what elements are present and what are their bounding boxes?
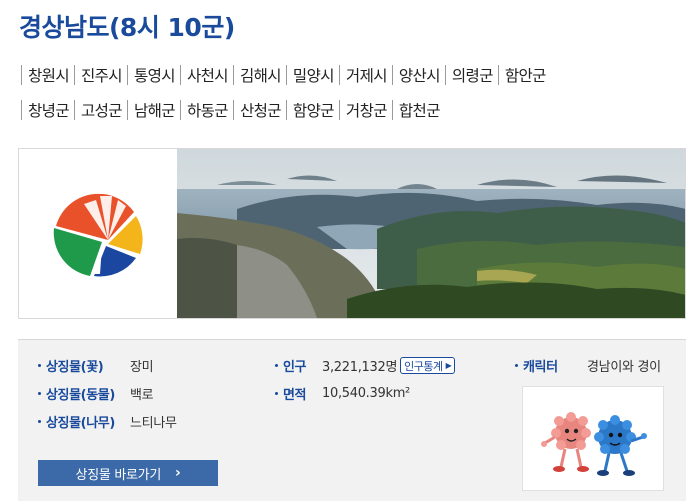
district-link-namhae[interactable]: 남해군 (127, 96, 180, 123)
district-link-geochang[interactable]: 거창군 (339, 96, 392, 123)
population-stats-link[interactable]: 인구통계 ▶ (400, 357, 456, 374)
district-link-tongyeong[interactable]: 통영시 (127, 61, 180, 88)
population-label: 인구 (275, 356, 322, 375)
district-link-gimhae[interactable]: 김해시 (233, 61, 286, 88)
character-row: 캐릭터 경남이와 경이 (515, 356, 661, 375)
population-value: 3,221,132명 (322, 360, 398, 375)
symbol-animal-label: 상징물(동물) (38, 384, 130, 403)
district-link-sancheong[interactable]: 산청군 (233, 96, 286, 123)
symbol-animal-value: 백로 (130, 388, 154, 403)
area-value: 10,540.39km² (322, 386, 410, 401)
district-row-2: 창녕군 고성군 남해군 하동군 산청군 함양군 거창군 합천군 (21, 96, 691, 123)
landscape-photo (177, 149, 685, 318)
district-link-changwon[interactable]: 창원시 (21, 61, 74, 88)
district-link-yangsan[interactable]: 양산시 (392, 61, 445, 88)
district-link-hapcheon[interactable]: 합천군 (392, 96, 445, 123)
population-stats-link-label: 인구통계 (404, 359, 443, 373)
character-value: 경남이와 경이 (587, 360, 661, 375)
province-emblem (19, 149, 177, 318)
emblem-logo-icon (53, 191, 143, 276)
play-triangle-icon: ▶ (445, 361, 452, 370)
district-link-hadong[interactable]: 하동군 (180, 96, 233, 123)
district-list: 창원시 진주시 통영시 사천시 김해시 밀양시 거제시 양산시 의령군 함안군 … (21, 61, 691, 131)
symbol-tree-row: 상징물(나무) 느티나무 (38, 412, 177, 431)
district-link-geoje[interactable]: 거제시 (339, 61, 392, 88)
symbol-flower-value: 장미 (130, 360, 154, 375)
symbol-flower-label: 상징물(꽃) (38, 356, 130, 375)
district-link-uiryeong[interactable]: 의령군 (445, 61, 498, 88)
character-mascot-icon (541, 412, 647, 476)
character-label: 캐릭터 (515, 356, 587, 375)
info-panel: 상징물(꽃) 장미 상징물(동물) 백로 상징물(나무) 느티나무 인구 3,2… (18, 339, 686, 501)
district-link-goseong[interactable]: 고성군 (74, 96, 127, 123)
area-row: 면적 10,540.39km² (275, 384, 410, 403)
district-link-hamyang[interactable]: 함양군 (286, 96, 339, 123)
symbol-flower-row: 상징물(꽃) 장미 (38, 356, 154, 375)
character-image (522, 386, 664, 491)
district-row-1: 창원시 진주시 통영시 사천시 김해시 밀양시 거제시 양산시 의령군 함안군 (21, 61, 691, 88)
page-title: 경상남도(8시 10군) (19, 13, 235, 42)
symbol-tree-value: 느티나무 (130, 416, 177, 431)
symbol-animal-row: 상징물(동물) 백로 (38, 384, 154, 403)
symbol-tree-label: 상징물(나무) (38, 412, 130, 431)
chevron-right-icon: › (174, 465, 181, 481)
district-link-sacheon[interactable]: 사천시 (180, 61, 233, 88)
symbols-shortcut-button[interactable]: 상징물 바로가기 › (38, 460, 218, 486)
district-link-changnyeong[interactable]: 창녕군 (21, 96, 74, 123)
district-link-miryang[interactable]: 밀양시 (286, 61, 339, 88)
area-label: 면적 (275, 384, 322, 403)
district-link-haman[interactable]: 함안군 (498, 61, 551, 88)
population-row: 인구 3,221,132명 인구통계 ▶ (275, 356, 456, 375)
hero-banner (18, 148, 686, 319)
district-link-jinju[interactable]: 진주시 (74, 61, 127, 88)
symbols-shortcut-label: 상징물 바로가기 (75, 467, 162, 483)
